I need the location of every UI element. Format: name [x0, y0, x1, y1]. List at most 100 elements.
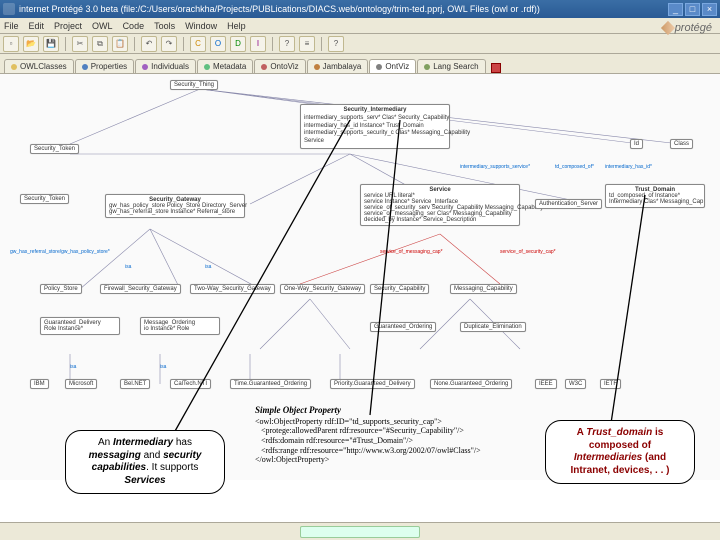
callout-text: A Trust_domain is composed of Intermedia…	[571, 427, 670, 476]
edge-isa: isa	[205, 264, 211, 270]
edge-label-security-cap: service_of_security_cap*	[500, 249, 556, 255]
node-instance[interactable]: CalTech.NTI	[170, 379, 211, 389]
node-firewall-gateway[interactable]: Firewall_Security_Gateway	[100, 284, 181, 294]
logo-text: protégé	[675, 22, 712, 34]
data-prop-icon[interactable]: D	[230, 36, 246, 52]
class-icon[interactable]: C	[190, 36, 206, 52]
node-guaranteed-ordering[interactable]: Guaranteed_Ordering	[370, 322, 436, 332]
tab-owlclasses[interactable]: OWLClasses	[4, 59, 74, 73]
code-simple-object-property: Simple Object Property <owl:ObjectProper…	[255, 405, 530, 465]
toolbar-separator	[321, 37, 322, 51]
node-security-capability[interactable]: Security_Capability	[370, 284, 429, 294]
node-trust-domain[interactable]: Trust_Domain td_composed_of Instance* In…	[605, 184, 705, 208]
list-icon[interactable]: ≡	[299, 36, 315, 52]
copy-icon[interactable]: ⧉	[92, 36, 108, 52]
node-instance[interactable]: Priority.Guaranteed_Delivery	[330, 379, 415, 389]
tab-properties[interactable]: Properties	[75, 59, 134, 73]
node-security-token-2[interactable]: Security_Token	[20, 194, 69, 204]
stop-indicator-icon	[491, 63, 501, 73]
edge-isa: isa	[70, 364, 76, 370]
window-controls: _ □ ×	[668, 3, 717, 16]
node-id[interactable]: Id	[630, 139, 643, 149]
edge-label-gw-referral: gw_has_referral_store/gw_has_policy_stor…	[10, 249, 110, 255]
node-service[interactable]: Service service URL literal* service Ins…	[360, 184, 520, 226]
help-icon[interactable]: ?	[328, 36, 344, 52]
menu-help[interactable]: Help	[227, 21, 246, 31]
tab-label: Metadata	[213, 62, 246, 71]
node-instance[interactable]: IBM	[30, 379, 49, 389]
query-icon[interactable]: ?	[279, 36, 295, 52]
node-instance[interactable]: W3C	[565, 379, 586, 389]
paste-icon[interactable]: 📋	[112, 36, 128, 52]
tab-label: Individuals	[151, 62, 189, 71]
tab-label: OWLClasses	[20, 62, 67, 71]
node-security-intermediary[interactable]: Security_Intermediary intermediary_suppo…	[300, 104, 450, 149]
minimize-button[interactable]: _	[668, 3, 683, 16]
object-prop-icon[interactable]: O	[210, 36, 226, 52]
tab-label: Jambalaya	[323, 62, 362, 71]
toolbar: ▫ 📂 💾 ✂ ⧉ 📋 ↶ ↷ C O D I ? ≡ ?	[0, 34, 720, 54]
edge-label-composed-of: td_composed_of*	[555, 164, 594, 170]
individual-icon[interactable]: I	[250, 36, 266, 52]
code-body: <owl:ObjectProperty rdf:ID="td_supports_…	[255, 417, 530, 465]
tab-langsearch[interactable]: Lang Search	[417, 59, 485, 73]
redo-icon[interactable]: ↷	[161, 36, 177, 52]
node-security-token[interactable]: Security_Token	[30, 144, 79, 154]
window-title: internet Protégé 3.0 beta (file:/C:/User…	[19, 4, 668, 14]
menu-window[interactable]: Window	[185, 21, 217, 31]
node-security-thing[interactable]: Security_Thing	[170, 80, 218, 90]
tab-metadata[interactable]: Metadata	[197, 59, 253, 73]
node-instance[interactable]: IETF	[600, 379, 621, 389]
statusbar	[0, 522, 720, 540]
menu-file[interactable]: File	[4, 21, 19, 31]
edge-isa: isa	[160, 364, 166, 370]
tab-individuals[interactable]: Individuals	[135, 59, 196, 73]
node-two-way-gateway[interactable]: Two-Way_Security_Gateway	[190, 284, 275, 294]
node-instance[interactable]: None.Guaranteed_Ordering	[430, 379, 512, 389]
cut-icon[interactable]: ✂	[72, 36, 88, 52]
tab-ontoviz[interactable]: OntoViz	[254, 59, 305, 73]
node-duplicate-elimination[interactable]: Duplicate_Elimination	[460, 322, 526, 332]
tab-label: OntoViz	[270, 62, 298, 71]
edge-label-supports-service: intermediary_supports_service*	[460, 164, 530, 170]
toolbar-separator	[183, 37, 184, 51]
node-guaranteed-delivery[interactable]: Guaranteed_Delivery Role Instance*	[40, 317, 120, 335]
window-titlebar: internet Protégé 3.0 beta (file:/C:/User…	[0, 0, 720, 18]
menu-project[interactable]: Project	[54, 21, 82, 31]
node-instance[interactable]: Time.Guaranteed_Ordering	[230, 379, 311, 389]
menu-tools[interactable]: Tools	[154, 21, 175, 31]
menubar: File Edit Project OWL Code Tools Window …	[0, 18, 720, 34]
node-security-gateway[interactable]: Security_Gateway gw_has_policy_store Pol…	[105, 194, 245, 218]
save-icon[interactable]: 💾	[43, 36, 59, 52]
toolbar-separator	[134, 37, 135, 51]
node-one-way-gateway[interactable]: One-Way_Security_Gateway	[280, 284, 365, 294]
tab-label: Lang Search	[433, 62, 478, 71]
toolbar-separator	[272, 37, 273, 51]
menu-code[interactable]: Code	[123, 21, 145, 31]
callout-intermediary: An Intermediary has messaging and securi…	[65, 430, 225, 494]
code-header: Simple Object Property	[255, 405, 530, 416]
tab-jambalaya[interactable]: Jambalaya	[307, 59, 369, 73]
node-instance[interactable]: Microsoft	[65, 379, 97, 389]
undo-icon[interactable]: ↶	[141, 36, 157, 52]
edge-label-has-id: intermediary_has_id*	[605, 164, 652, 170]
protege-logo: protégé	[663, 22, 712, 34]
node-instance[interactable]: Bel.NET	[120, 379, 150, 389]
edge-label-messaging-cap: service_of_messaging_cap*	[380, 249, 443, 255]
menu-edit[interactable]: Edit	[29, 21, 45, 31]
open-icon[interactable]: 📂	[23, 36, 39, 52]
node-instance[interactable]: IEEE	[535, 379, 557, 389]
tabstrip: OWLClasses Properties Individuals Metada…	[0, 54, 720, 74]
menu-owl[interactable]: OWL	[92, 21, 113, 31]
close-button[interactable]: ×	[702, 3, 717, 16]
node-messaging-capability[interactable]: Messaging_Capability	[450, 284, 517, 294]
callout-trust-domain: A Trust_domain is composed of Intermedia…	[545, 420, 695, 484]
maximize-button[interactable]: □	[685, 3, 700, 16]
node-class[interactable]: Class	[670, 139, 693, 149]
node-message-ordering[interactable]: Message_Ordering io Instance* Role	[140, 317, 220, 335]
node-auth-server[interactable]: Authentication_Server	[535, 199, 602, 209]
tab-ontviz[interactable]: OntViz	[369, 59, 416, 73]
node-policy-store[interactable]: Policy_Store	[40, 284, 82, 294]
new-doc-icon[interactable]: ▫	[3, 36, 19, 52]
toolbar-separator	[65, 37, 66, 51]
